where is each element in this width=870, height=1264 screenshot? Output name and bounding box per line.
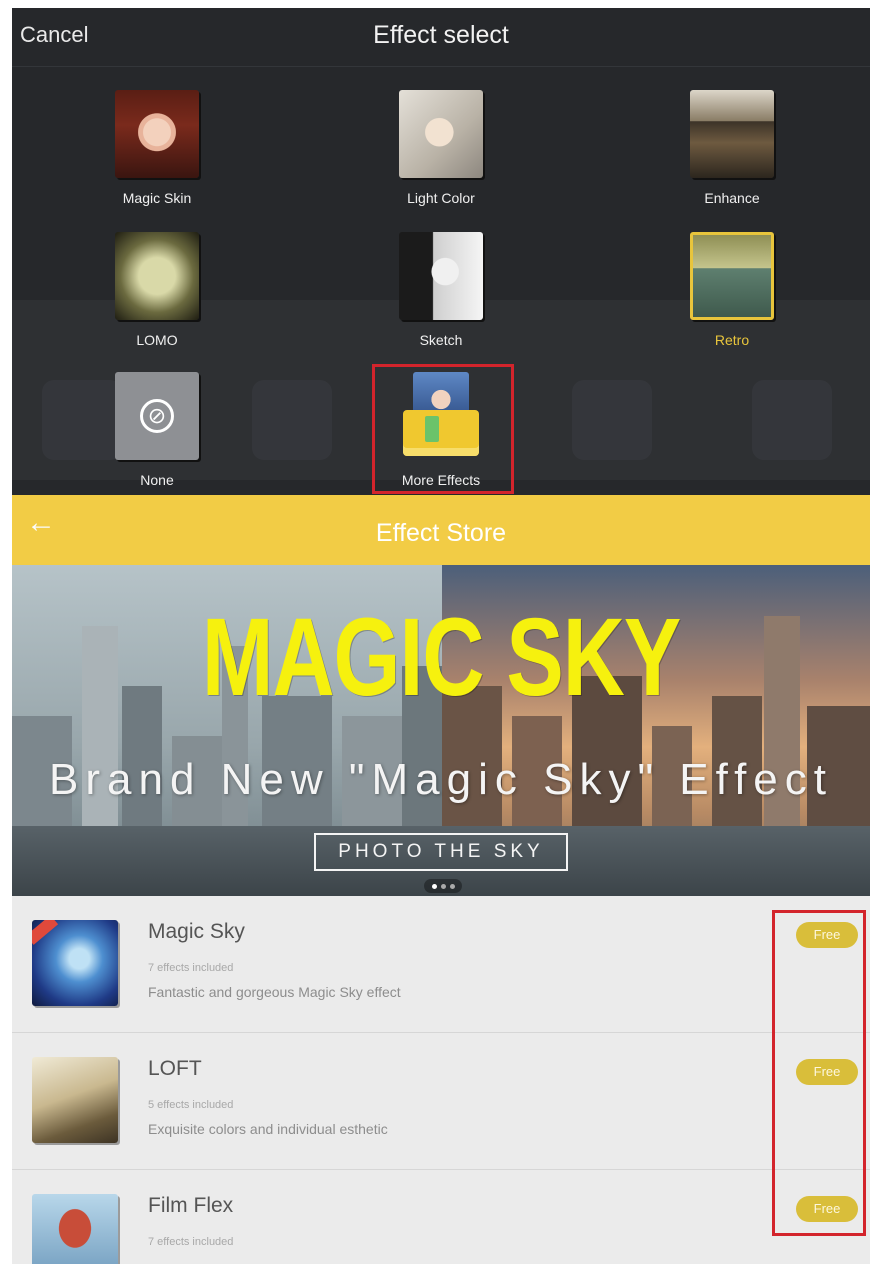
- effect-select-panel: Cancel Effect select Magic Skin Light Co…: [12, 8, 870, 495]
- portrait-thumbnail: [399, 90, 483, 178]
- effect-sketch[interactable]: Sketch: [341, 232, 541, 348]
- app-frame: Cancel Effect select Magic Skin Light Co…: [12, 8, 870, 1264]
- portrait-thumbnail: [399, 232, 483, 320]
- banner-title: MAGIC SKY: [201, 596, 681, 720]
- item-count: 5 effects included: [148, 1099, 234, 1111]
- effect-label-selected: Retro: [714, 332, 750, 348]
- effect-label: Sketch: [419, 332, 463, 348]
- street-photo-thumbnail: [690, 90, 774, 178]
- item-description: Fantastic and gorgeous Magic Sky effect: [148, 984, 401, 1000]
- plus-tag-icon: [425, 416, 439, 442]
- item-count: 7 effects included: [148, 1236, 234, 1248]
- city-photo-thumbnail: [115, 232, 199, 320]
- magic-sky-banner[interactable]: MAGIC SKY Brand New "Magic Sky" Effect P…: [12, 565, 870, 896]
- store-title: Effect Store: [375, 519, 507, 547]
- background-ghost-icon: [572, 380, 652, 460]
- effect-store-list: Magic Sky 7 effects included Fantastic a…: [12, 896, 870, 1264]
- item-count: 7 effects included: [148, 962, 234, 974]
- store-item-loft[interactable]: LOFT 5 effects included Exquisite colors…: [12, 1033, 870, 1170]
- effect-label: Light Color: [407, 190, 475, 206]
- page-title: Effect select: [373, 21, 509, 49]
- film-flex-thumbnail: [32, 1194, 118, 1264]
- effect-more-effects[interactable]: More Effects: [341, 372, 541, 488]
- free-button[interactable]: Free: [796, 922, 858, 948]
- effect-label: None: [140, 472, 174, 488]
- retro-photo-thumbnail: [690, 232, 774, 320]
- item-name: Film Flex: [148, 1194, 234, 1217]
- effect-light-color[interactable]: Light Color: [341, 90, 541, 206]
- page-dot[interactable]: [449, 883, 455, 889]
- store-item-magic-sky[interactable]: Magic Sky 7 effects included Fantastic a…: [12, 896, 870, 1033]
- effect-label: Enhance: [704, 190, 760, 206]
- effect-label: LOMO: [136, 332, 178, 348]
- free-button[interactable]: Free: [796, 1196, 858, 1222]
- effect-enhance[interactable]: Enhance: [632, 90, 832, 206]
- background-ghost-icon: [252, 380, 332, 460]
- photo-the-sky-button[interactable]: PHOTO THE SKY: [314, 833, 568, 871]
- store-item-film-flex[interactable]: Film Flex 7 effects included Free: [12, 1170, 870, 1264]
- portrait-thumbnail: [115, 90, 199, 178]
- free-button[interactable]: Free: [796, 1059, 858, 1085]
- page-dot[interactable]: [440, 883, 446, 889]
- background-ghost-icon: [752, 380, 832, 460]
- box-icon: [403, 410, 479, 456]
- effect-none[interactable]: ⊘ None: [57, 372, 257, 488]
- loft-thumbnail: [32, 1057, 118, 1143]
- no-effect-tile: ⊘: [115, 372, 199, 460]
- item-description: Exquisite colors and individual esthetic: [148, 1121, 388, 1137]
- page-dot[interactable]: [431, 883, 437, 889]
- magic-sky-thumbnail: [32, 920, 118, 1006]
- no-effect-icon: ⊘: [140, 399, 174, 433]
- banner-subtitle: Brand New "Magic Sky" Effect: [49, 755, 833, 804]
- effect-label: More Effects: [401, 472, 481, 488]
- item-name: Magic Sky: [148, 920, 245, 943]
- new-badge: [32, 920, 59, 945]
- banner-page-indicator: [424, 879, 462, 893]
- item-name: LOFT: [148, 1057, 202, 1080]
- effect-select-header: Cancel Effect select: [12, 8, 870, 67]
- effect-lomo[interactable]: LOMO: [57, 232, 257, 348]
- effects-box-icon: [399, 372, 483, 460]
- effect-label: Magic Skin: [122, 190, 192, 206]
- effect-magic-skin[interactable]: Magic Skin: [57, 90, 257, 206]
- effect-retro[interactable]: Retro: [632, 232, 832, 348]
